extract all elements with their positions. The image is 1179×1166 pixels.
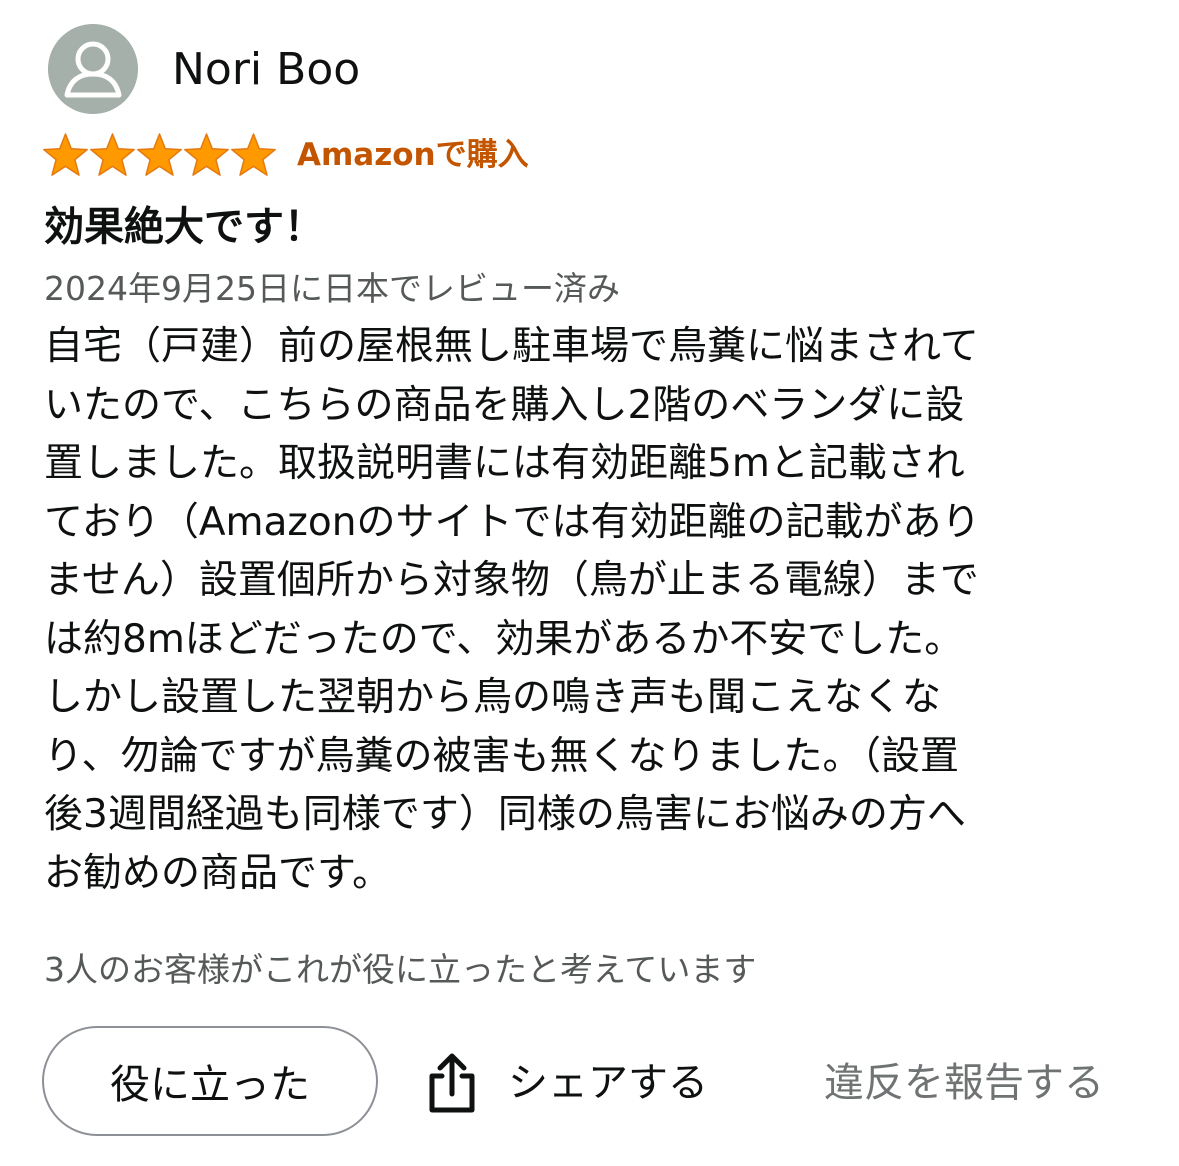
star-icon <box>136 132 183 178</box>
helpful-button[interactable]: 役に立った <box>42 1026 378 1136</box>
review-body: 自宅（戸建）前の屋根無し駐車場で鳥糞に悩まされて いたので、こちらの商品を購入し… <box>44 318 1134 903</box>
review-body-line: ません）設置個所から対象物（鳥が止まる電線）まで <box>44 558 979 603</box>
review-body-line: お勧めの商品です。 <box>44 850 392 896</box>
review-body-line: 置しました。取扱説明書には有効距離5mと記載され <box>44 441 965 486</box>
share-button[interactable]: シェアする <box>426 1050 708 1116</box>
share-label: シェアする <box>508 1060 708 1106</box>
customer-review: Nori Boo Amazonで購入 効果絶大です！ 2024年9月25日に日本… <box>0 0 1179 1166</box>
review-body-line: ており（Amazonのサイトでは有効距離の記載があり <box>44 499 981 545</box>
review-body-line: り、勿論ですが鳥糞の被害も無くなりました。（設置 <box>44 733 959 779</box>
review-date: 2024年9月25日に日本でレビュー済み <box>44 269 620 308</box>
helpful-count-text: 3人のお客様がこれが役に立ったと考えています <box>44 950 757 989</box>
avatar-icon <box>48 24 138 114</box>
review-body-line: しかし設置した翌朝から鳥の鳴き声も聞こえなくな <box>44 675 942 720</box>
verified-purchase-badge: Amazonで購入 <box>297 137 529 173</box>
star-icon <box>89 132 136 178</box>
share-icon <box>426 1052 478 1114</box>
star-icon <box>42 132 89 178</box>
review-body-line: 後3週間経過も同様です）同様の鳥害にお悩みの方へ <box>44 792 966 837</box>
star-icon <box>230 132 277 178</box>
report-abuse-link[interactable]: 違反を報告する <box>824 1052 1104 1114</box>
review-body-line: は約8mほどだったので、効果があるか不安でした。 <box>44 616 964 662</box>
star-rating[interactable] <box>42 132 277 178</box>
reviewer-name[interactable]: Nori Boo <box>172 42 360 98</box>
review-title: 効果絶大です！ <box>44 204 324 250</box>
star-icon <box>183 132 230 178</box>
review-body-line: 自宅（戸建）前の屋根無し駐車場で鳥糞に悩まされて <box>44 324 979 369</box>
review-body-line: いたので、こちらの商品を購入し2階のベランダに設 <box>44 382 965 428</box>
rating-row: Amazonで購入 <box>42 130 529 180</box>
